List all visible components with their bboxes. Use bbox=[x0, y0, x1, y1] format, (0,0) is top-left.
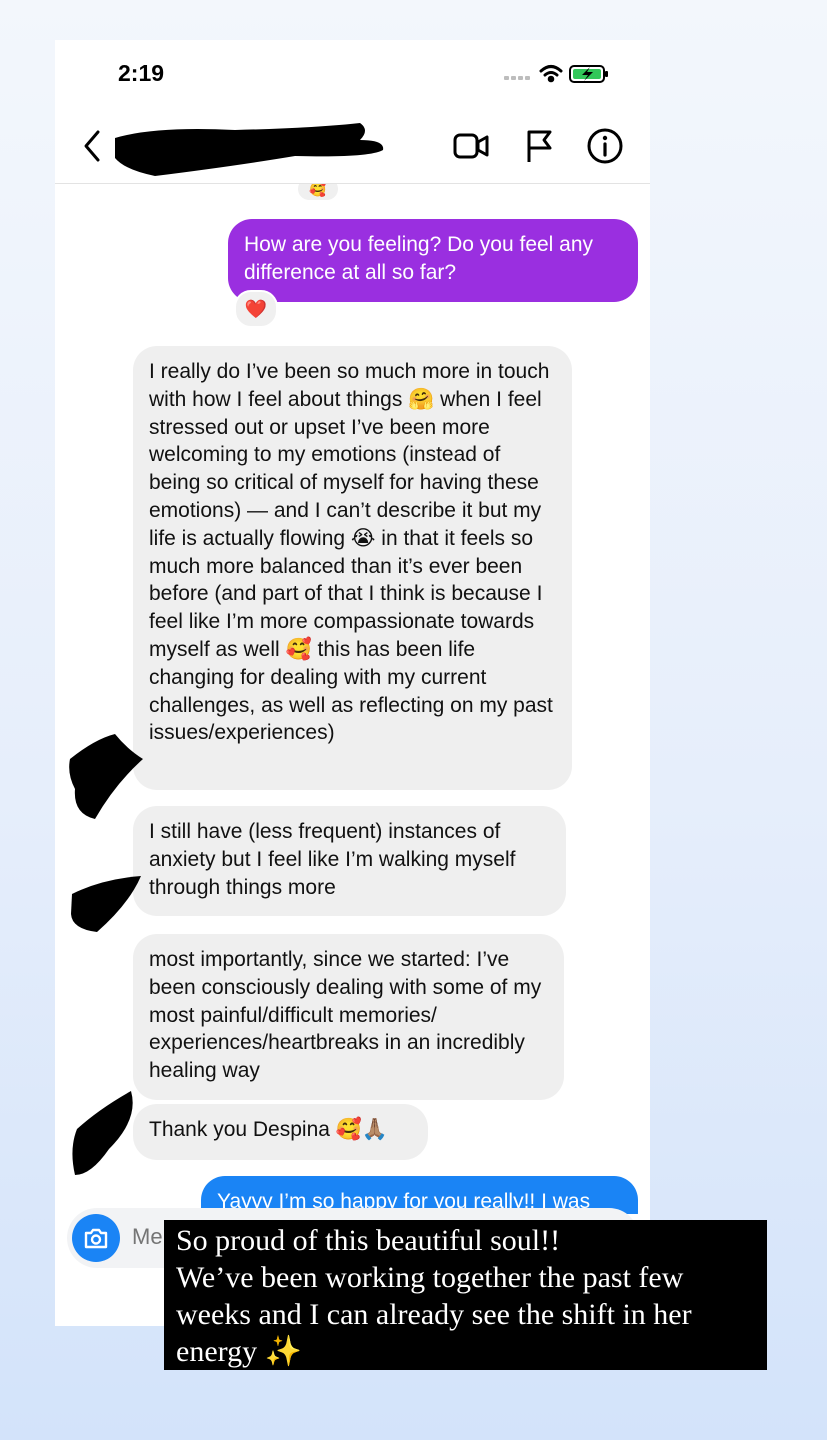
contact-name-redacted[interactable] bbox=[115, 118, 395, 178]
avatar-redacted bbox=[69, 734, 143, 819]
status-icons bbox=[504, 65, 608, 83]
wifi-icon bbox=[539, 65, 563, 83]
story-caption: So proud of this beautiful soul!! We’ve … bbox=[164, 1220, 767, 1370]
avatar-redacted bbox=[72, 1091, 133, 1175]
avatar-redacted bbox=[71, 876, 141, 932]
status-time: 2:19 bbox=[118, 60, 165, 86]
message-bubble-incoming[interactable]: most importantly, since we started: I’ve… bbox=[133, 934, 564, 1100]
message-bubble-incoming[interactable]: Thank you Despina 🥰🙏🏽 bbox=[133, 1104, 428, 1160]
reaction-badge: 🥰 bbox=[298, 184, 338, 200]
battery-charging-icon bbox=[569, 65, 608, 83]
chevron-left-icon[interactable] bbox=[80, 128, 104, 164]
phone-screen: 2:19 🥰 How are you feeling? Do you feel … bbox=[55, 40, 650, 1326]
message-bubble-outgoing[interactable]: How are you feeling? Do you feel any dif… bbox=[228, 219, 638, 302]
message-list[interactable]: 🥰 How are you feeling? Do you feel any d… bbox=[55, 184, 650, 1214]
camera-icon bbox=[84, 1228, 108, 1249]
signal-icon bbox=[504, 76, 530, 80]
message-bubble-incoming[interactable]: I still have (less frequent) instances o… bbox=[133, 806, 566, 916]
heart-reaction[interactable]: ❤️ bbox=[234, 290, 278, 328]
message-bubble-incoming[interactable]: I really do I’ve been so much more in to… bbox=[133, 346, 572, 790]
camera-button[interactable] bbox=[72, 1214, 120, 1262]
flag-icon[interactable] bbox=[520, 126, 560, 166]
info-icon[interactable] bbox=[585, 126, 625, 166]
video-camera-icon[interactable] bbox=[451, 126, 491, 166]
chat-header bbox=[55, 110, 650, 184]
